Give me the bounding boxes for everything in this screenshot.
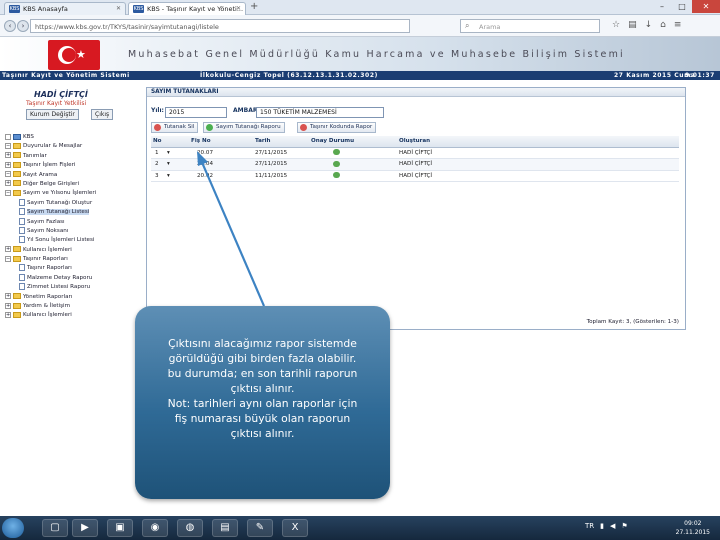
callout-line: fiş numarası büyük olan raporun — [174, 412, 351, 425]
callout-line: çıktısı alınır. — [230, 382, 295, 395]
firefox-icon[interactable]: ◍ — [177, 519, 203, 537]
paint-icon[interactable]: ✎ — [247, 519, 273, 537]
volume-icon[interactable]: ◀ — [610, 522, 615, 530]
clock-date: 27.11.2015 — [675, 529, 710, 536]
media-player-icon[interactable]: ▶ — [72, 519, 98, 537]
files-icon[interactable]: ▤ — [212, 519, 238, 537]
callout-line: bu durumda; en son tarihli raporun — [167, 367, 358, 380]
explanation-callout: Çıktısını alacağımız rapor sistemde görü… — [135, 306, 390, 499]
callout-line: Çıktısını alacağımız rapor sistemde — [168, 337, 357, 350]
callout-line: Not: tarihleri aynı olan raporlar için — [167, 397, 358, 410]
chrome-icon[interactable]: ◉ — [142, 519, 168, 537]
system-clock[interactable]: 09:02 27.11.2015 — [676, 519, 710, 537]
clock-time: 09:02 — [684, 520, 702, 527]
system-tray: TR ▮ ◀ ⚑ — [585, 522, 628, 530]
start-button[interactable] — [2, 518, 24, 538]
callout-line: görüldüğü gibi birden fazla olabilir. — [168, 352, 357, 365]
excel-icon[interactable]: X — [282, 519, 308, 537]
windows-taskbar: ▢ ▶ ▣ ◉ ◍ ▤ ✎ X TR ▮ ◀ ⚑ 09:02 27.11.201… — [0, 516, 720, 540]
network-icon[interactable]: ▮ — [600, 522, 604, 530]
language-indicator[interactable]: TR — [585, 522, 594, 530]
flag-icon[interactable]: ⚑ — [621, 522, 627, 530]
explorer-icon[interactable]: ▢ — [42, 519, 68, 537]
callout-line: çıktısı alınır. — [230, 427, 295, 440]
folder-icon[interactable]: ▣ — [107, 519, 133, 537]
